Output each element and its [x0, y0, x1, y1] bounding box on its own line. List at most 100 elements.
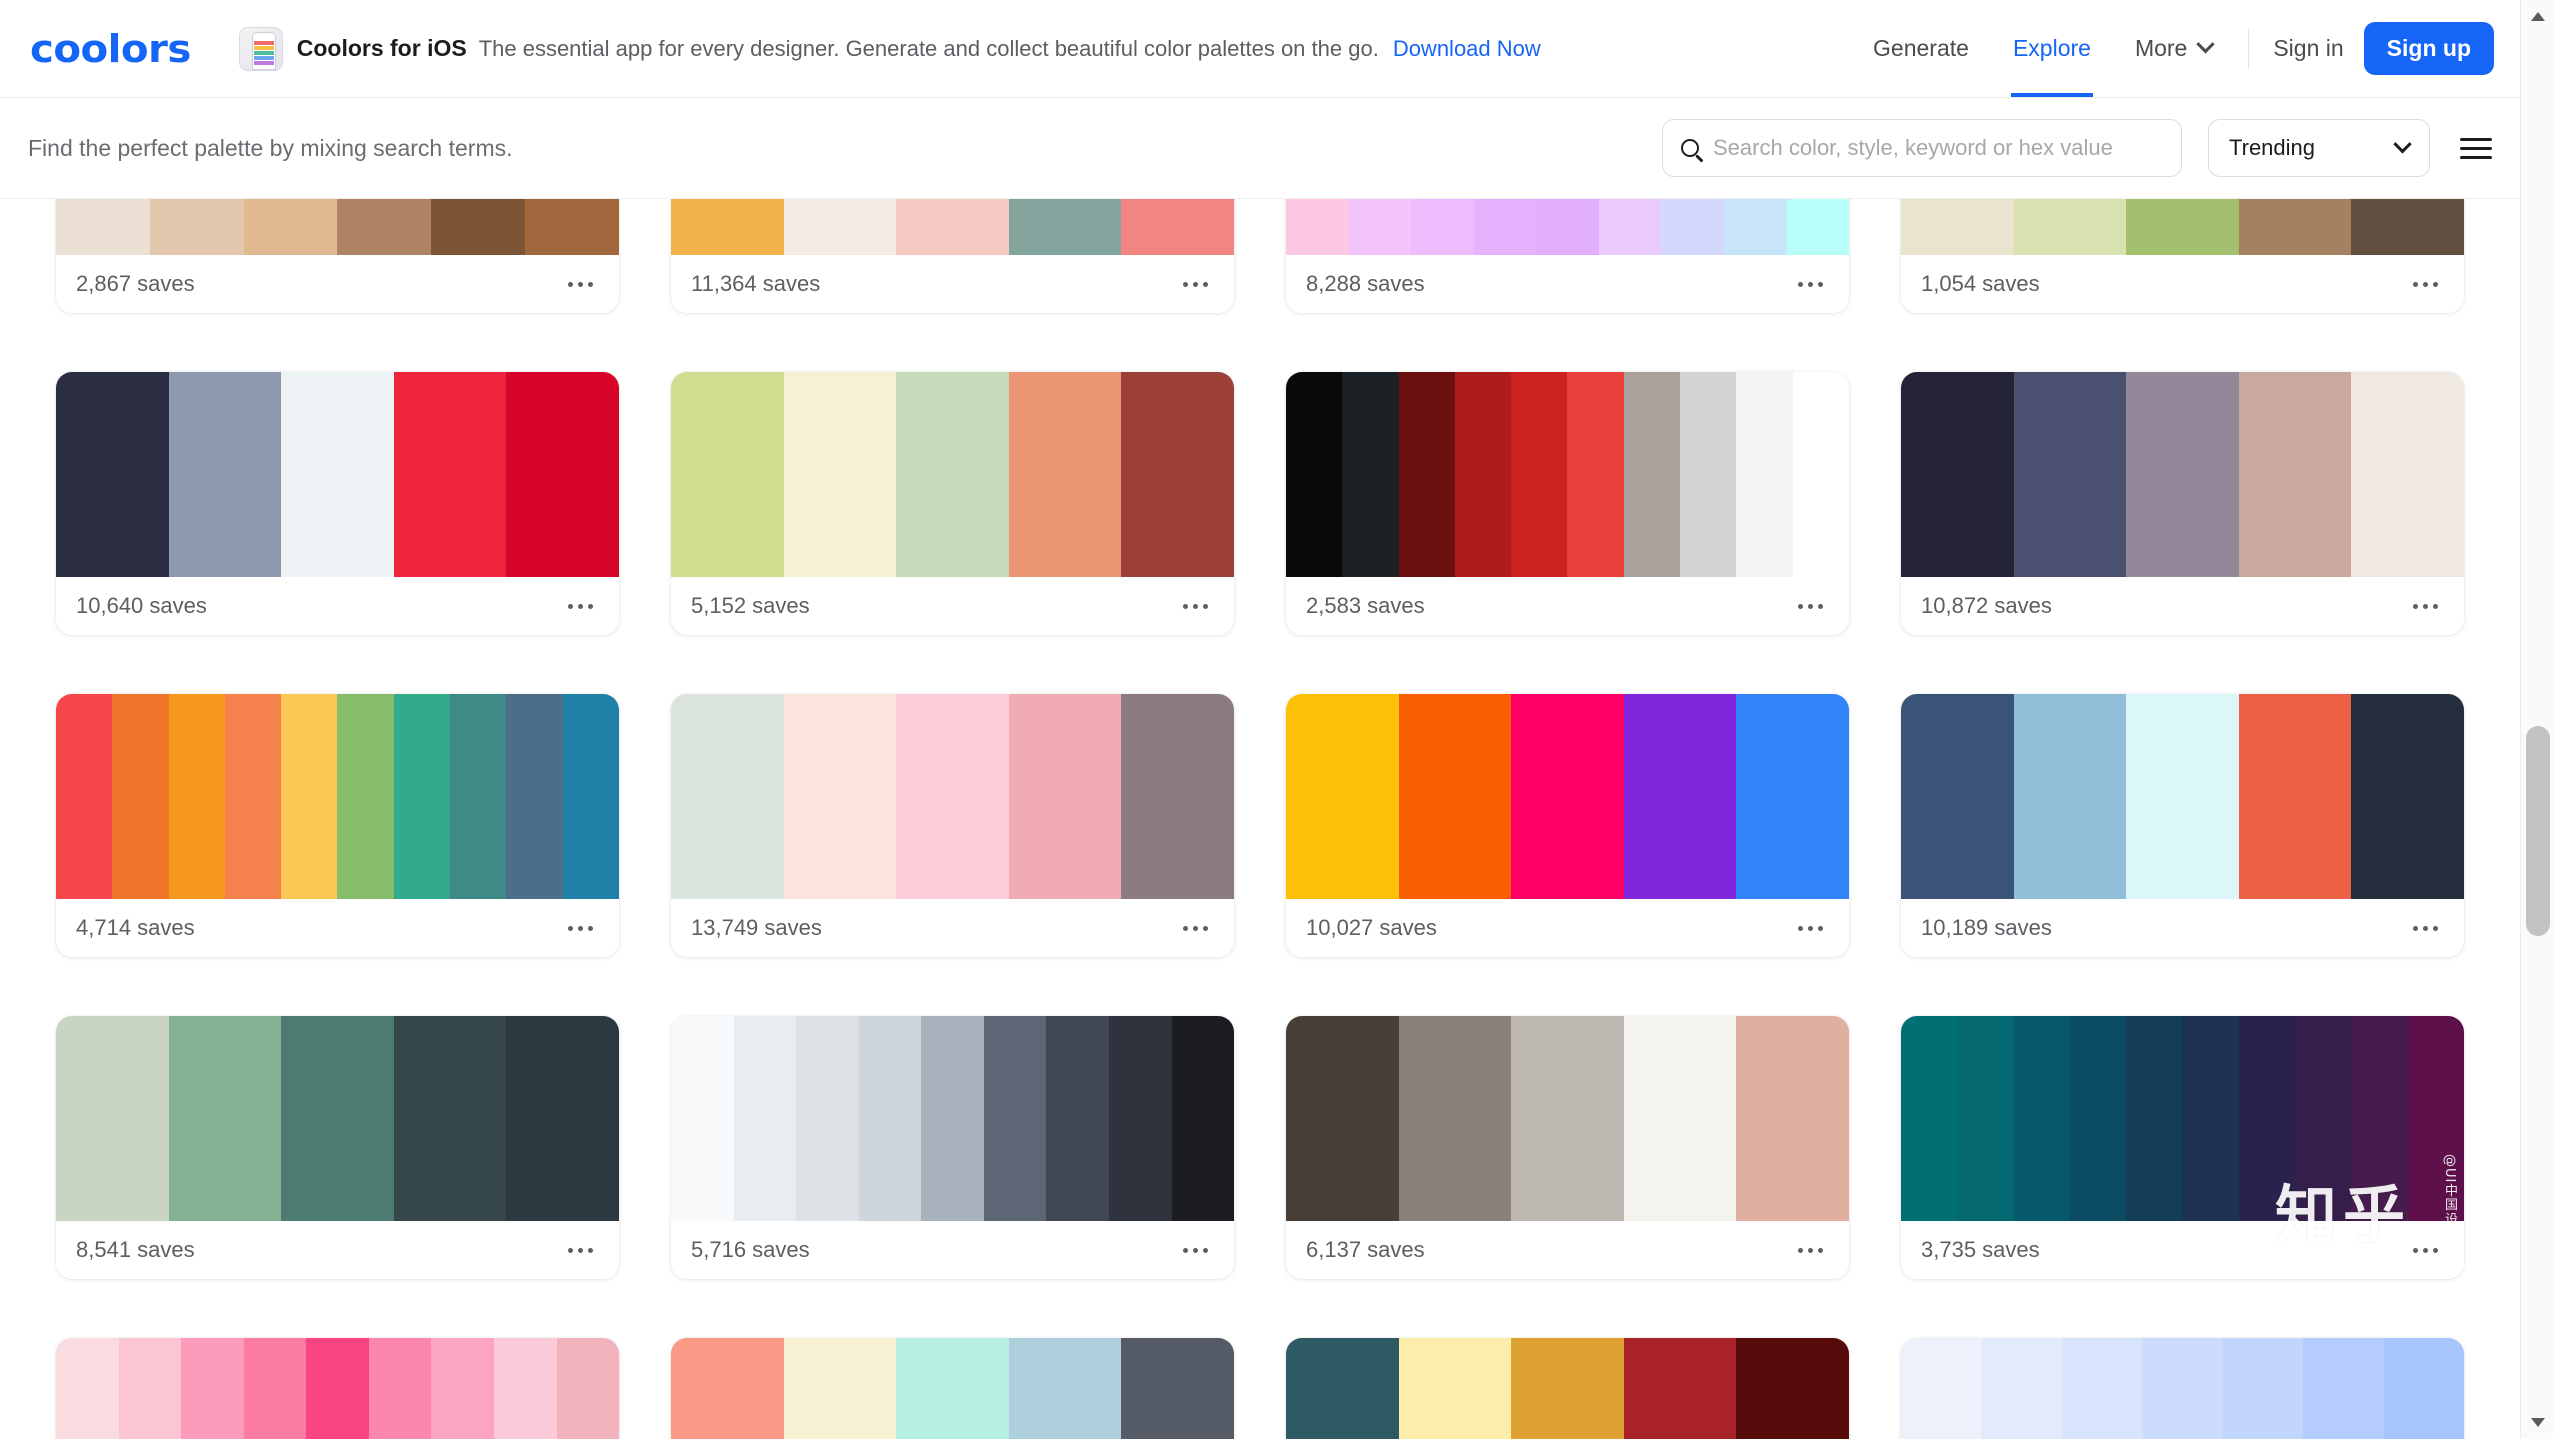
- color-swatch[interactable]: [2239, 199, 2352, 255]
- more-options-icon[interactable]: [1179, 594, 1212, 619]
- color-swatch[interactable]: [2070, 1016, 2126, 1221]
- color-swatch[interactable]: [2408, 1016, 2464, 1221]
- color-swatch[interactable]: [784, 694, 897, 899]
- palette-card[interactable]: 5,152 saves: [671, 372, 1234, 635]
- palette-card[interactable]: 4,714 saves: [56, 694, 619, 957]
- more-options-icon[interactable]: [1179, 916, 1212, 941]
- color-swatch[interactable]: [1009, 1338, 1122, 1439]
- color-swatch[interactable]: [1474, 199, 1537, 255]
- color-swatch[interactable]: [506, 372, 619, 577]
- page-scrollbar[interactable]: [2520, 0, 2553, 1439]
- palette-card[interactable]: 5,716 saves: [671, 1016, 1234, 1279]
- color-swatch[interactable]: [506, 1016, 619, 1221]
- color-swatch[interactable]: [1511, 1338, 1624, 1439]
- palette-card[interactable]: 10,027 saves: [1286, 694, 1849, 957]
- color-swatch[interactable]: [1724, 199, 1787, 255]
- color-swatch[interactable]: [2384, 1338, 2464, 1439]
- color-swatch[interactable]: [734, 1016, 797, 1221]
- color-swatch[interactable]: [369, 1338, 432, 1439]
- color-swatch[interactable]: [859, 1016, 922, 1221]
- color-swatch[interactable]: [557, 1338, 620, 1439]
- color-swatch[interactable]: [337, 694, 393, 899]
- search-input[interactable]: [1713, 135, 2163, 161]
- color-swatch[interactable]: [896, 694, 1009, 899]
- color-swatch[interactable]: [394, 694, 450, 899]
- palette-grid-viewport[interactable]: 2,867 saves11,364 savesF3C4FB8,288 saves…: [0, 199, 2520, 1439]
- color-swatch[interactable]: [394, 1016, 507, 1221]
- color-swatch[interactable]: [1624, 694, 1737, 899]
- color-swatch[interactable]: [2014, 1016, 2070, 1221]
- color-swatch[interactable]: [896, 372, 1009, 577]
- color-swatch[interactable]: [1455, 372, 1511, 577]
- scroll-down-button[interactable]: [2521, 1406, 2553, 1439]
- color-swatch[interactable]: [1109, 1016, 1172, 1221]
- color-swatch[interactable]: [450, 694, 506, 899]
- color-swatch[interactable]: [1349, 199, 1412, 255]
- color-swatch[interactable]: [2014, 694, 2127, 899]
- color-swatch[interactable]: [525, 199, 619, 255]
- color-swatch[interactable]: [1046, 1016, 1109, 1221]
- color-swatch[interactable]: [1901, 1016, 1957, 1221]
- color-swatch[interactable]: [671, 199, 784, 255]
- color-swatch[interactable]: [1286, 1016, 1399, 1221]
- color-swatch[interactable]: [1121, 694, 1234, 899]
- color-swatch[interactable]: [1121, 199, 1234, 255]
- more-options-icon[interactable]: [1179, 1238, 1212, 1263]
- color-swatch[interactable]: [2295, 1016, 2351, 1221]
- color-swatch[interactable]: [1286, 372, 1342, 577]
- color-swatch[interactable]: [112, 694, 168, 899]
- palette-swatches[interactable]: F3C4FB: [1286, 199, 1849, 255]
- color-swatch[interactable]: [1957, 1016, 2013, 1221]
- more-options-icon[interactable]: [1794, 594, 1827, 619]
- color-swatch[interactable]: [1793, 372, 1849, 577]
- color-swatch[interactable]: [1121, 1338, 1234, 1439]
- more-options-icon[interactable]: [1179, 272, 1212, 297]
- color-swatch[interactable]: [431, 199, 525, 255]
- color-swatch[interactable]: [225, 694, 281, 899]
- sign-up-button[interactable]: Sign up: [2364, 22, 2494, 75]
- color-swatch[interactable]: [1624, 372, 1680, 577]
- palette-swatches[interactable]: [56, 372, 619, 577]
- palette-swatches[interactable]: [56, 1016, 619, 1221]
- color-swatch[interactable]: [1981, 1338, 2061, 1439]
- color-swatch[interactable]: [2014, 372, 2127, 577]
- palette-swatches[interactable]: [671, 199, 1234, 255]
- color-swatch[interactable]: [2062, 1338, 2142, 1439]
- color-swatch[interactable]: [1399, 372, 1455, 577]
- color-swatch[interactable]: [431, 1338, 494, 1439]
- palette-swatches[interactable]: [1901, 694, 2464, 899]
- color-swatch[interactable]: [984, 1016, 1047, 1221]
- color-swatch[interactable]: [1511, 372, 1567, 577]
- color-swatch[interactable]: [671, 372, 784, 577]
- color-swatch[interactable]: [784, 1338, 897, 1439]
- color-swatch[interactable]: [169, 694, 225, 899]
- color-swatch[interactable]: [563, 694, 619, 899]
- more-options-icon[interactable]: [1794, 1238, 1827, 1263]
- scroll-up-button[interactable]: [2521, 0, 2553, 33]
- color-swatch[interactable]: [2239, 372, 2352, 577]
- color-swatch[interactable]: [2239, 694, 2352, 899]
- more-options-icon[interactable]: [2409, 1238, 2442, 1263]
- palette-swatches[interactable]: [1901, 1016, 2464, 1221]
- download-now-link[interactable]: Download Now: [1393, 36, 1541, 62]
- palette-swatches[interactable]: [1286, 1016, 1849, 1221]
- color-swatch[interactable]: [244, 1338, 307, 1439]
- color-swatch[interactable]: [2142, 1338, 2222, 1439]
- color-swatch[interactable]: [1342, 372, 1398, 577]
- color-swatch[interactable]: [896, 199, 1009, 255]
- color-swatch[interactable]: [169, 1016, 282, 1221]
- more-options-icon[interactable]: [2409, 272, 2442, 297]
- color-swatch[interactable]: [281, 1016, 394, 1221]
- color-swatch[interactable]: [306, 1338, 369, 1439]
- color-swatch[interactable]: [1536, 199, 1599, 255]
- more-options-icon[interactable]: [564, 594, 597, 619]
- palette-card[interactable]: 2,867 saves: [56, 199, 619, 313]
- color-swatch[interactable]: [56, 1016, 169, 1221]
- palette-card[interactable]: [1286, 1338, 1849, 1439]
- color-swatch[interactable]: [1736, 1016, 1849, 1221]
- color-swatch[interactable]: [1511, 1016, 1624, 1221]
- color-swatch[interactable]: [150, 199, 244, 255]
- color-swatch[interactable]: [1511, 694, 1624, 899]
- color-swatch[interactable]: [1680, 372, 1736, 577]
- color-swatch[interactable]: [244, 199, 338, 255]
